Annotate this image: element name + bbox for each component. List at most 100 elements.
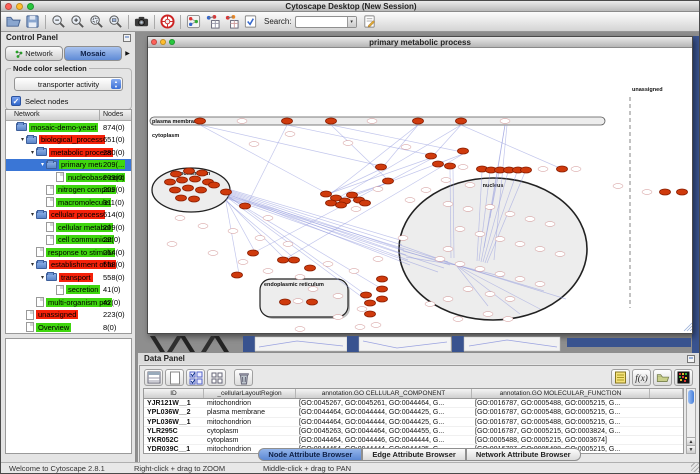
attribute-list-icon[interactable] [611,369,630,386]
expander-icon[interactable]: ▾ [29,149,36,156]
matrix-icon[interactable] [674,369,693,386]
save-icon[interactable] [23,13,42,31]
network-window-titlebar[interactable]: primary metabolic process [148,37,692,48]
zoom-in-icon[interactable] [68,13,87,31]
folder-icon [36,211,47,219]
resize-grip-icon[interactable] [691,463,700,472]
zoom-selected-icon[interactable] [87,13,106,31]
expander-icon[interactable]: ▾ [39,161,46,168]
tree-row[interactable]: macromolecule311(0) [6,196,131,209]
tree-row[interactable]: mosaic-demo-yeast874(0) [6,121,131,134]
network-view-window[interactable]: primary metabolic process plasma membran… [147,36,693,334]
tree-header[interactable]: Network Nodes [6,110,131,121]
network-table-red-icon[interactable] [222,13,241,31]
function-builder-icon[interactable]: f(x) [632,369,651,386]
search-dropdown-icon[interactable]: ▾ [347,17,356,27]
tab-mosaic[interactable]: Mosaic [64,46,122,61]
table-scrollbar[interactable]: ▲ ▼ [686,388,696,454]
select-nodes-row: ✓ Select nodes [11,96,68,106]
column-header[interactable]: annotation.GO MOLECULAR_FUNCTION [472,389,650,398]
unselect-attributes-icon[interactable] [207,369,226,386]
network-table-blue-icon[interactable] [203,13,222,31]
select-nodes-checkbox[interactable]: ✓ [11,96,21,106]
page-check-icon[interactable] [241,13,260,31]
background-window-fragments [147,335,693,353]
delete-attribute-icon[interactable] [234,369,253,386]
file-icon [26,310,34,320]
tree-row-label: cellular process [49,210,105,219]
select-attributes-icon[interactable] [186,369,205,386]
tab-overflow-icon[interactable]: ▶ [123,46,132,61]
tree-row[interactable]: secretion41(0) [6,284,131,297]
table-row[interactable]: YLR295Ccytoplasm[GO:0045263, GO:0044464,… [144,427,683,436]
folder-icon [16,123,27,131]
expander-icon[interactable]: ▾ [29,261,36,268]
tree-row[interactable]: unassigned223(0) [6,309,131,322]
svg-text:nucleus: nucleus [483,183,504,189]
mosaic-extra-panel [5,338,132,454]
column-header[interactable]: ID [144,389,204,398]
node-color-dropdown[interactable]: transporter activity ▲▼ [14,77,123,91]
tree-row[interactable]: nucleobase-cont209(0) [6,171,131,184]
attribute-table-icon[interactable] [144,369,163,386]
file-icon [46,185,54,195]
tree-row[interactable]: ▾biological_process651(0) [6,134,131,147]
table-row[interactable]: YPL036W__1mitochondrion[GO:0044464, GO:0… [144,418,683,427]
tree-row-node-count: 651(0) [102,135,126,144]
zoom-fit-icon[interactable] [106,13,125,31]
float-panel-icon[interactable] [123,34,131,42]
tree-row[interactable]: ▾primary metabolic209(... [6,159,131,172]
tab-node-attribute-browser[interactable]: Node Attribute Browser [258,448,362,461]
table-cell: YPL036W__1 [144,418,204,426]
status-bar: Welcome to Cytoscape 2.8.1 Right-click +… [1,462,700,473]
tree-row[interactable]: ▾establishment of lo558(0) [6,259,131,272]
browser-tabs: Node Attribute BrowserEdge Attribute Bro… [140,448,699,461]
help-icon[interactable] [158,13,177,31]
tree-row-node-count: 209(... [102,160,125,169]
table-row[interactable]: YKR052Ccytoplasm[GO:0044464, GO:0044446,… [144,436,683,445]
open-icon[interactable] [4,13,23,31]
snapshot-icon[interactable] [132,13,151,31]
scroll-up-icon[interactable]: ▲ [687,437,695,445]
table-cell: YJR121W__1 [144,399,204,407]
scrollbar-thumb[interactable] [688,390,694,404]
network-tab-icon [15,50,23,58]
network-overview-icon[interactable] [184,13,203,31]
tree-row[interactable]: response to stimulu264(0) [6,246,131,259]
import-attributes-icon[interactable] [653,369,672,386]
tree-row[interactable]: ▾cellular process614(0) [6,209,131,222]
select-nodes-label: Select nodes [25,97,68,106]
toolbar-separator [45,15,46,29]
table-row[interactable]: YJR121W__1mitochondrion[GO:0045267, GO:0… [144,399,683,408]
column-header[interactable]: _cellularLayoutRegion [204,389,296,398]
main-area: Control Panel Network Mosaic ▶ Node colo… [1,32,700,464]
tree-row[interactable]: cell communicat22(0) [6,234,131,247]
expander-icon[interactable]: ▾ [29,211,36,218]
tab-network-attribute-browser[interactable]: Network Attribute Browser [466,448,581,461]
zoom-out-icon[interactable] [49,13,68,31]
tree-row[interactable]: ▾transport558(0) [6,271,131,284]
tab-edge-attribute-browser[interactable]: Edge Attribute Browser [362,448,465,461]
network-tree: Network Nodes mosaic-demo-yeast874(0)▾bi… [5,109,132,334]
tree-row[interactable]: cellular metabol209(0) [6,221,131,234]
tree-row-node-count: 42(0) [102,298,122,307]
annotation-icon[interactable] [360,13,379,31]
network-canvas[interactable]: plasma membranecytoplasmmitochondrionnuc… [148,48,692,333]
attribute-table[interactable]: ID_cellularLayoutRegionannotation.GO CEL… [143,388,684,454]
tab-network[interactable]: Network [5,46,63,61]
expander-icon[interactable]: ▾ [19,136,26,143]
float-data-panel-icon[interactable] [687,355,695,363]
tree-row[interactable]: Overview8(0) [6,321,131,334]
tree-row[interactable]: ▾metabolic process280(0) [6,146,131,159]
expander-icon[interactable]: ▾ [39,274,46,281]
tree-row[interactable]: nitrogen compou209(0) [6,184,131,197]
column-header-filler [650,389,683,398]
column-header[interactable]: annotation.GO CELLULAR_COMPONENT [296,389,472,398]
search-input[interactable]: ▾ [295,16,357,28]
table-row[interactable]: YPL036W__2plasma membrane[GO:0044464, GO… [144,408,683,417]
table-cell: [GO:0044464, GO:0044444, GO:0044425, G..… [296,408,472,416]
table-cell: YPL036W__2 [144,408,204,416]
new-attribute-icon[interactable] [165,369,184,386]
main-toolbar: Search: ▾ [1,12,700,32]
tree-row[interactable]: multi-organism pro42(0) [6,296,131,309]
